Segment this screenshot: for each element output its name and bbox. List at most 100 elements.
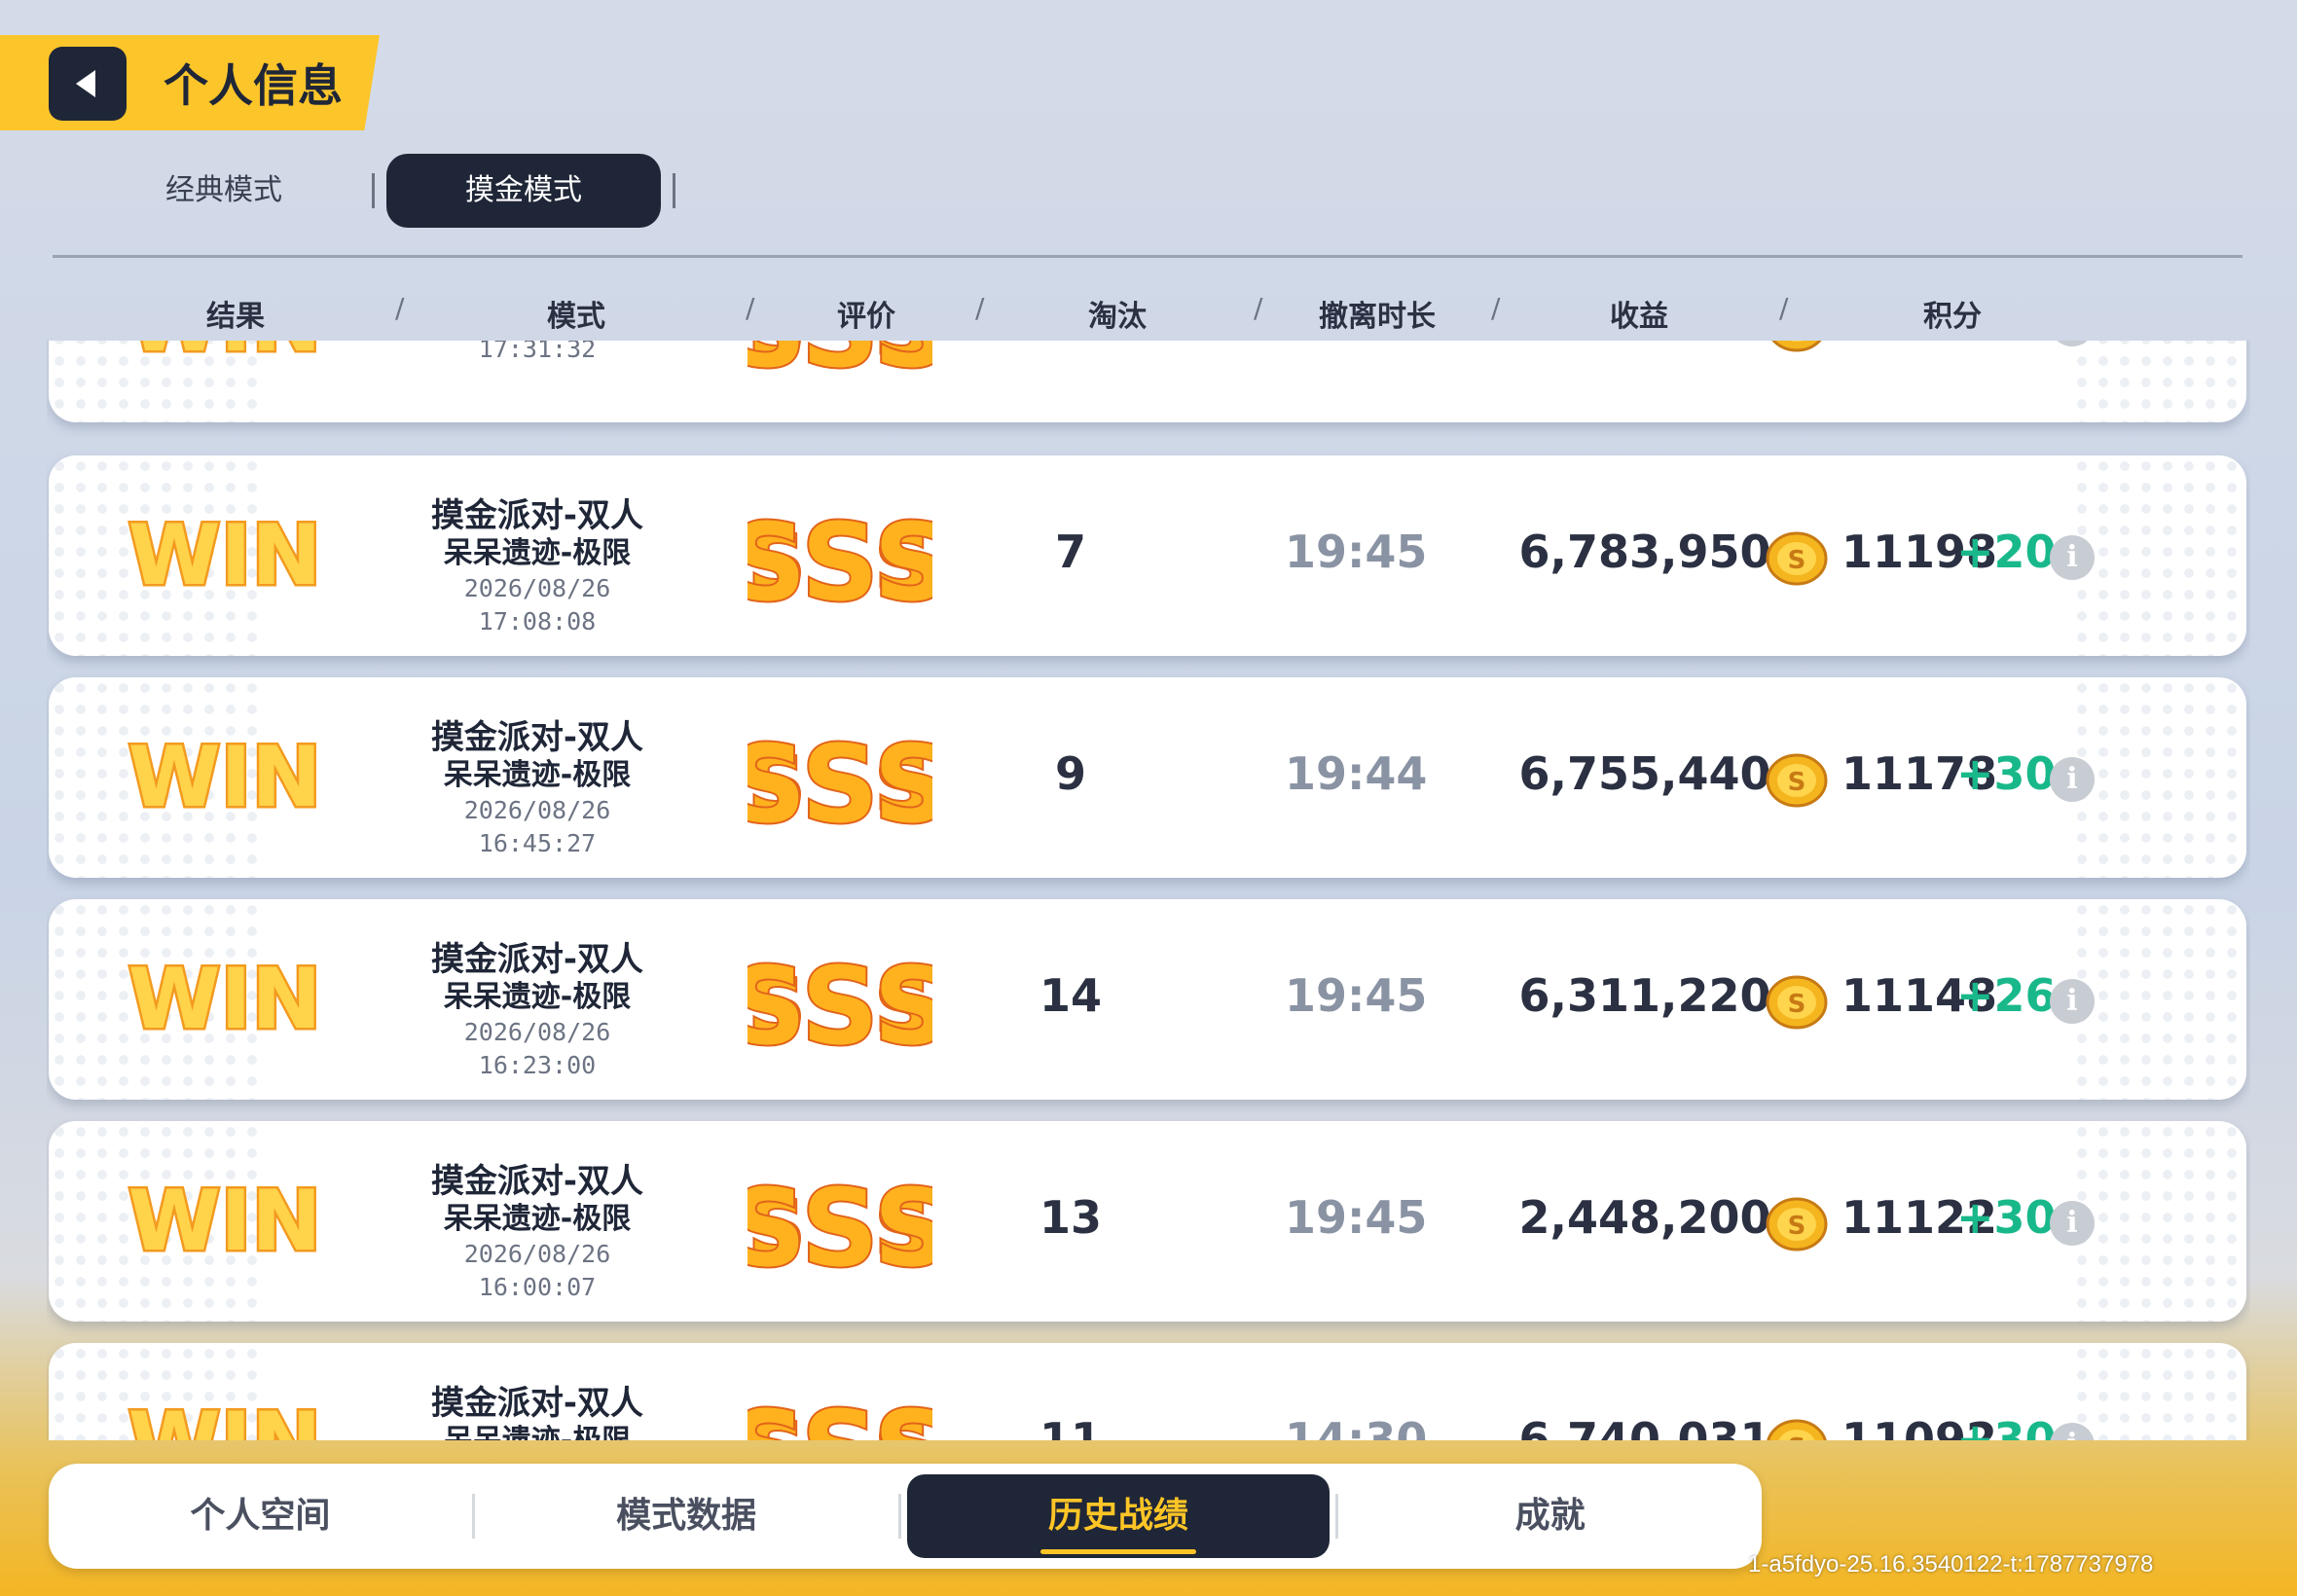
win-label: WIN <box>128 952 322 1045</box>
col-sep: / <box>975 292 985 324</box>
record-row[interactable]: WIN 摸金派对-双人 呆呆遗迹-极限 2026/08/26 17:08:08 … <box>49 455 2246 656</box>
mode-name: 摸金派对-双人 <box>430 940 644 979</box>
income-value: 6,755,440 <box>1518 747 1771 800</box>
info-icon[interactable]: i <box>2050 1201 2095 1246</box>
duration-value: 19:45 <box>1285 969 1428 1022</box>
coin-icon: S <box>1766 975 1828 1030</box>
match-date: 2026/08/26 17:31:32 <box>478 341 597 363</box>
win-label: WIN <box>128 508 322 601</box>
duration-value: 19:45 <box>1285 1191 1428 1244</box>
win-label: WIN <box>128 1174 322 1267</box>
duration-value: 14:30 <box>1285 1413 1428 1440</box>
bottom-nav: 个人空间 模式数据 历史战绩 成就 <box>49 1464 1762 1569</box>
nav-mode-data[interactable]: 模式数据 <box>475 1474 898 1558</box>
win-badge-icon: WIN <box>126 952 324 1045</box>
rating-label: SSS <box>747 502 932 609</box>
score-delta: +30 <box>1956 341 2057 345</box>
mode-info: 呆呆遗迹-极限 2026/08/26 17:31:32 <box>411 341 664 366</box>
mode-tabs: 经典模式 摸金模式 <box>88 154 687 228</box>
tab-divider <box>372 173 375 208</box>
page-title: 个人信息 <box>164 59 343 112</box>
duration-value: 19:44 <box>1285 747 1428 800</box>
col-sep: / <box>395 292 405 324</box>
col-result: 结果 <box>206 300 265 334</box>
win-badge-icon: WIN <box>126 1174 324 1267</box>
header-divider <box>53 255 2242 258</box>
win-label: WIN <box>128 1396 322 1440</box>
nav-personal-space[interactable]: 个人空间 <box>49 1474 472 1558</box>
pattern-decoration <box>2071 899 2246 1100</box>
eliminations-value: 13 <box>1039 1191 1102 1244</box>
win-label: WIN <box>128 730 322 823</box>
eliminations-value: 14 <box>1039 969 1102 1022</box>
record-row[interactable]: WIN 呆呆遗迹-极限 2026/08/26 17:31:32 S S SSS … <box>49 341 2246 422</box>
eliminations-value: 17 <box>1032 341 1110 345</box>
sss-rating-icon: S S SSS <box>747 502 932 609</box>
eliminations-value: 11 <box>1039 1413 1102 1440</box>
coin-icon: S <box>1766 531 1828 586</box>
duration-value: 19:45 <box>1285 526 1428 578</box>
col-sep: / <box>1491 292 1501 324</box>
score-delta: +20 <box>1956 526 2057 578</box>
tab-classic-mode[interactable]: 经典模式 <box>88 154 360 228</box>
info-icon[interactable]: i <box>2050 979 2095 1024</box>
nav-achievements[interactable]: 成就 <box>1338 1474 1762 1558</box>
svg-text:S: S <box>1788 1212 1806 1241</box>
match-date: 2026/08/26 16:23:00 <box>463 1018 611 1079</box>
map-name: 呆呆遗迹-极限 <box>443 980 632 1014</box>
sss-rating-icon: S S SSS <box>747 1168 932 1275</box>
coin-icon: S <box>1771 341 1822 352</box>
coin-icon: S <box>1767 1419 1827 1440</box>
map-name: 呆呆遗迹-极限 <box>411 1423 664 1440</box>
income-value: 6,783,950 <box>1518 526 1771 578</box>
nav-match-history[interactable]: 历史战绩 <box>906 1474 1331 1558</box>
map-name: 呆呆遗迹-极限 <box>443 536 632 570</box>
pattern-decoration <box>2071 455 2246 656</box>
sss-rating-icon: S S SSS <box>747 341 932 376</box>
win-badge-icon: WIN <box>126 730 324 823</box>
record-row[interactable]: WIN 摸金派对-双人 呆呆遗迹-极限 S S SSS 11 14:30 6,7… <box>49 1343 2246 1440</box>
back-button[interactable] <box>49 47 127 121</box>
win-badge-icon: WIN <box>126 1396 324 1440</box>
mode-name: 摸金派对-双人 <box>430 1384 644 1423</box>
pattern-decoration <box>2071 1343 2246 1440</box>
map-name: 呆呆遗迹-极限 <box>443 1202 632 1236</box>
mode-name: 摸金派对-双人 <box>430 1162 644 1201</box>
income-value: 6,740,031 <box>1518 1413 1771 1440</box>
sss-rating-icon: S S SSS <box>747 724 932 831</box>
mode-name: 摸金派对-双人 <box>430 718 644 757</box>
income-value: 5,171,725 <box>1499 341 1791 345</box>
mode-info: 摸金派对-双人 呆呆遗迹-极限 2026/08/26 16:00:07 <box>411 1162 664 1304</box>
record-row[interactable]: WIN 摸金派对-双人 呆呆遗迹-极限 2026/08/26 16:23:00 … <box>49 899 2246 1100</box>
col-score: 积分 <box>1923 300 1982 334</box>
eliminations-value: 7 <box>1054 526 1086 578</box>
col-sep: / <box>746 292 755 324</box>
record-row[interactable]: WIN 摸金派对-双人 呆呆遗迹-极限 2026/08/26 16:45:27 … <box>49 677 2246 878</box>
win-badge-icon: WIN <box>126 508 324 601</box>
match-date: 2026/08/26 16:00:07 <box>463 1240 611 1301</box>
mode-name: 摸金派对-双人 <box>430 496 644 535</box>
info-icon[interactable]: i <box>2050 757 2095 802</box>
svg-text:S: S <box>1788 341 1806 342</box>
col-sep: / <box>1254 292 1263 324</box>
version-string: 1-a5fdyo-25.16.3540122-t:1787737978 <box>1748 1551 2154 1578</box>
rating-label: SSS <box>747 1390 932 1440</box>
tab-treasure-mode[interactable]: 摸金模式 <box>386 154 661 228</box>
mode-info: 摸金派对-双人 呆呆遗迹-极限 2026/08/26 17:08:08 <box>411 496 664 638</box>
win-label: WIN <box>128 341 322 368</box>
svg-text:S: S <box>1788 768 1806 797</box>
pattern-decoration <box>2071 677 2246 878</box>
info-icon[interactable]: i <box>2050 535 2095 580</box>
record-list[interactable]: WIN 呆呆遗迹-极限 2026/08/26 17:31:32 S S S S S … <box>47 341 2250 1440</box>
column-headers: 结果 / 模式 / 评价 / 淘汰 / 撤离时长 / 收益 / 积分 <box>68 292 2229 334</box>
score-delta: +26 <box>1956 969 2057 1022</box>
score-delta: +30 <box>1956 1191 2057 1244</box>
pattern-decoration <box>2071 1121 2246 1322</box>
col-duration: 撤离时长 <box>1319 300 1436 334</box>
rating-label: SSS <box>747 946 932 1053</box>
record-row[interactable]: WIN 摸金派对-双人 呆呆遗迹-极限 2026/08/26 16:00:07 … <box>49 1121 2246 1322</box>
mode-info: 摸金派对-双人 呆呆遗迹-极限 2026/08/26 16:23:00 <box>411 940 664 1082</box>
coin-icon: S <box>1766 753 1828 808</box>
match-date: 2026/08/26 16:45:27 <box>463 796 611 857</box>
col-sep: / <box>1779 292 1789 324</box>
